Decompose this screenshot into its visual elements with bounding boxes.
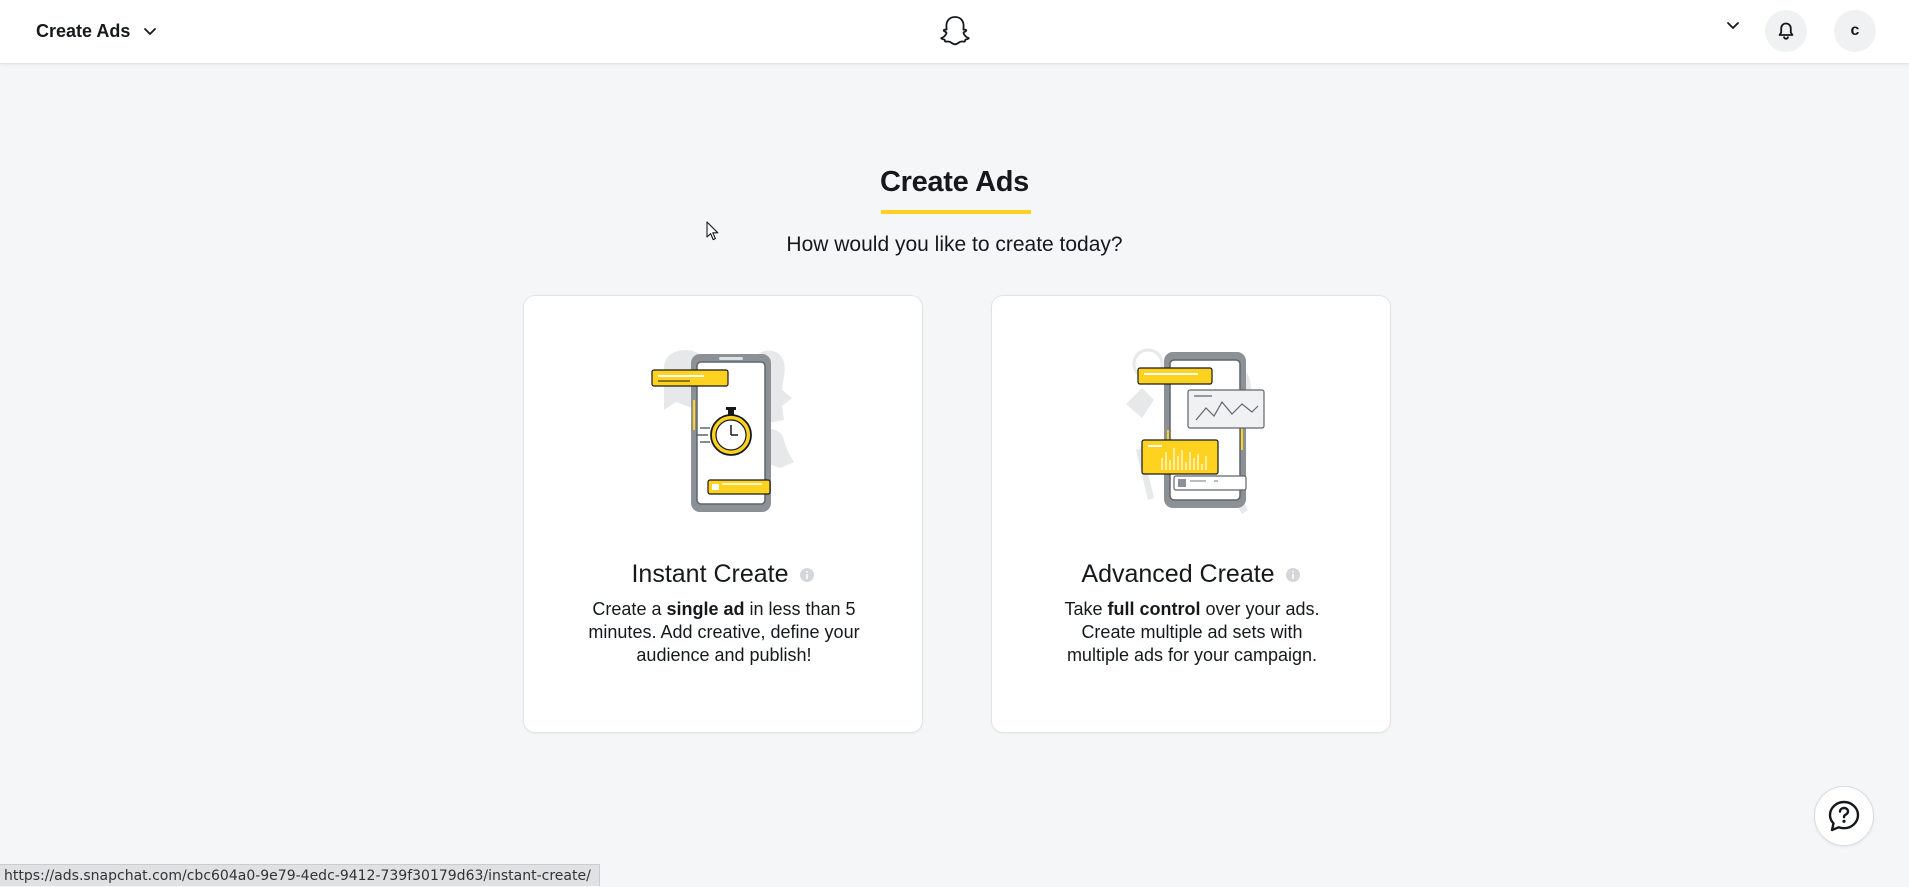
advanced-create-description: Take full control over your ads. Create … — [1052, 598, 1332, 667]
instant-create-title-row: Instant Create — [524, 560, 922, 589]
advanced-create-title-row: Advanced Create — [992, 560, 1390, 589]
advanced-desc-bold: full control — [1107, 599, 1201, 619]
status-bar-url: https://ads.snapchat.com/cbc604a0-9e79-4… — [0, 864, 600, 886]
advanced-desc-pre: Take — [1064, 599, 1108, 619]
advanced-create-illustration — [1126, 348, 1265, 514]
snapchat-ghost-icon[interactable] — [938, 14, 972, 48]
page-title: Create Ads — [879, 166, 1030, 198]
instant-desc-pre: Create a — [592, 599, 667, 619]
help-chat-button[interactable] — [1814, 786, 1874, 846]
instant-create-card[interactable]: Instant Create Create a single ad in les… — [523, 295, 923, 733]
top-navigation-bar: Create Ads c — [0, 0, 1909, 64]
avatar-initial: c — [1850, 22, 1860, 39]
instant-desc-bold: single ad — [666, 599, 745, 619]
notifications-button[interactable] — [1765, 10, 1807, 52]
advanced-create-title: Advanced Create — [1081, 560, 1275, 588]
instant-create-illustration — [651, 350, 794, 512]
info-icon[interactable] — [1285, 567, 1301, 583]
user-avatar-button[interactable]: c — [1834, 10, 1876, 52]
help-chat-icon — [1828, 800, 1860, 832]
bell-icon — [1778, 22, 1794, 40]
page-subtitle: How would you like to create today? — [786, 233, 1123, 256]
chevron-down-icon[interactable] — [1724, 17, 1742, 35]
mouse-cursor-icon — [706, 221, 719, 241]
title-underline — [881, 210, 1031, 214]
menu-label: Create Ads — [36, 20, 131, 41]
info-icon[interactable] — [799, 567, 815, 583]
advanced-create-card[interactable]: Advanced Create Take full control over y… — [991, 295, 1391, 733]
instant-create-title: Instant Create — [631, 560, 789, 588]
instant-create-description: Create a single ad in less than 5 minute… — [584, 598, 864, 667]
create-ads-menu-button[interactable]: Create Ads — [36, 18, 158, 44]
chevron-down-icon — [144, 28, 157, 35]
